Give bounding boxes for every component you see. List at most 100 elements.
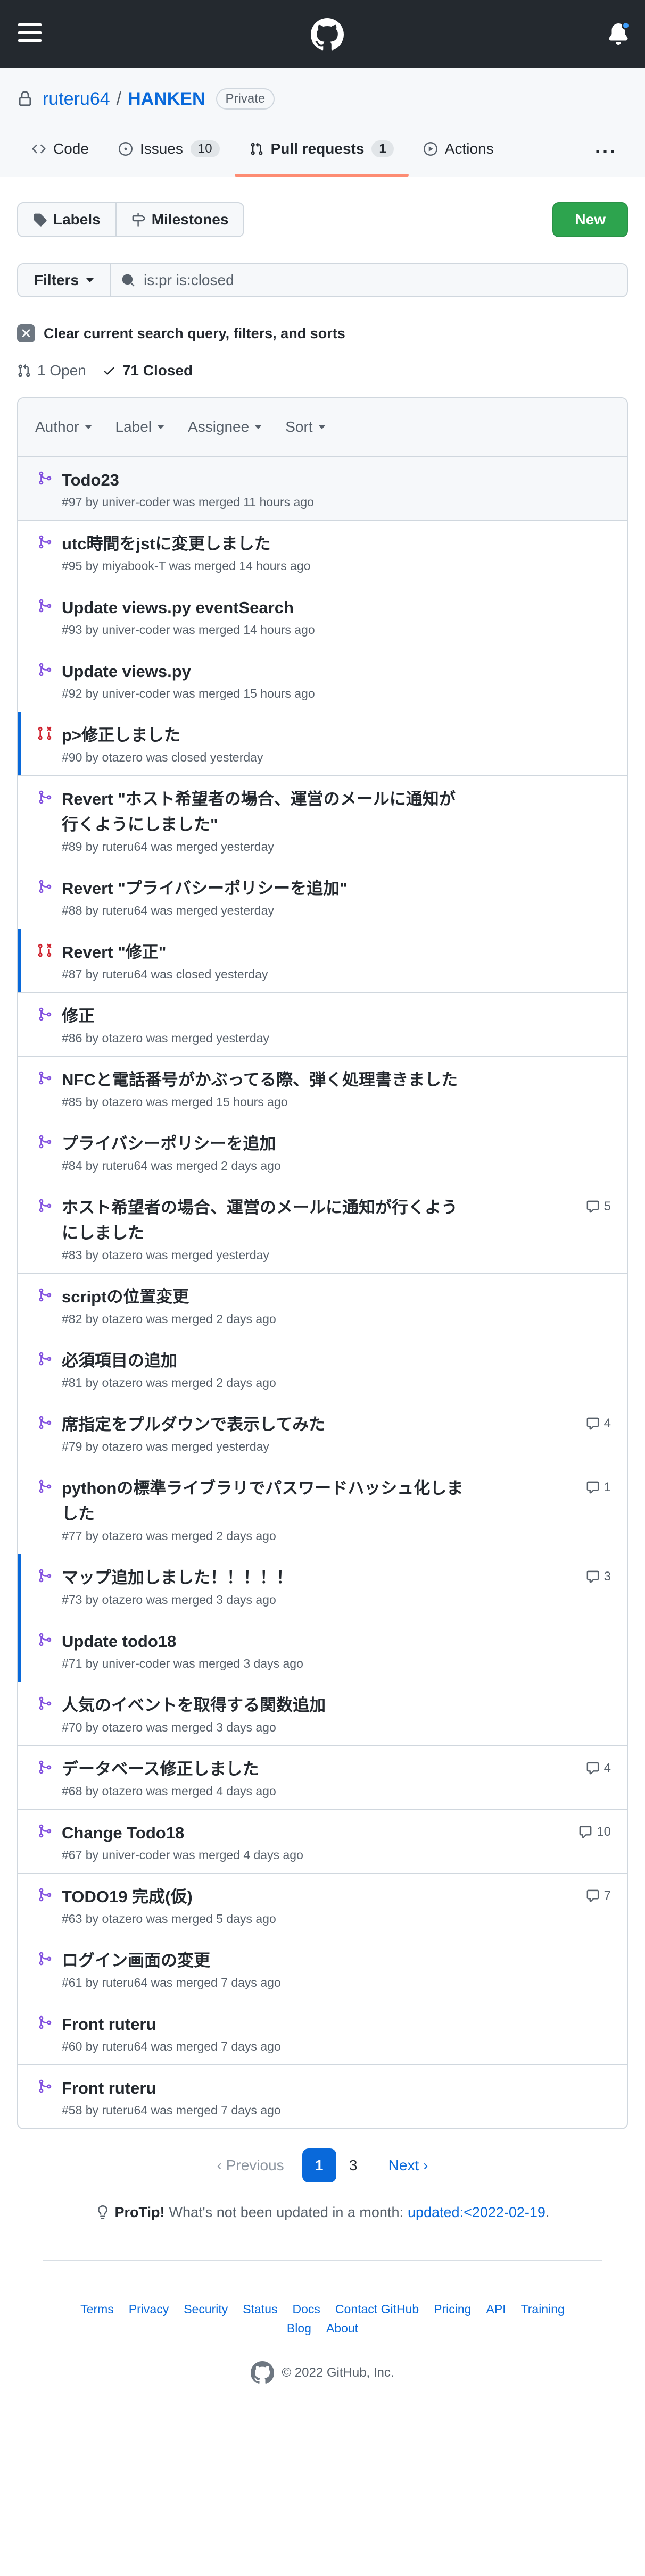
next-page-button[interactable]: Next ›: [388, 2157, 428, 2174]
author-filter[interactable]: Author: [35, 419, 92, 436]
footer-link-privacy[interactable]: Privacy: [129, 2299, 169, 2319]
pr-comment-count[interactable]: 4: [586, 1416, 611, 1431]
pr-row[interactable]: Update todo18 #71 by univer-coder was mer…: [18, 1618, 627, 1682]
search-input[interactable]: [144, 272, 570, 289]
pr-title-link[interactable]: scriptの位置変更: [62, 1284, 466, 1310]
pr-title-link[interactable]: ホスト希望者の場合、運営のメールに通知が行くようにしました: [62, 1195, 466, 1246]
repo-name-link[interactable]: HANKEN: [128, 89, 205, 110]
pr-title-link[interactable]: マップ追加しました！！！！！: [62, 1565, 466, 1591]
pr-title-link[interactable]: ログイン画面の変更: [62, 1948, 466, 1973]
lock-icon: [19, 91, 31, 106]
pr-meta: #82 by otazero was merged 2 days ago: [62, 1312, 276, 1326]
pr-row[interactable]: Revert "プライバシーポリシーを追加" #88 by ruteru64 wa…: [18, 865, 627, 929]
footer-link-about[interactable]: About: [326, 2319, 358, 2338]
page-1-button[interactable]: 1: [302, 2148, 336, 2182]
open-filter-link[interactable]: 1 Open: [17, 362, 86, 379]
pr-row[interactable]: Todo23 #97 by univer-coder was merged 11 …: [18, 457, 627, 521]
pr-title-link[interactable]: TODO19 完成(仮): [62, 1884, 466, 1910]
closed-filter-link[interactable]: 71 Closed: [102, 362, 193, 379]
pr-title-link[interactable]: Revert "修正": [62, 940, 466, 965]
pr-row[interactable]: Front ruteru #58 by ruteru64 was merged 7…: [18, 2065, 627, 2128]
pr-title-link[interactable]: Update views.py: [62, 659, 466, 684]
pr-row[interactable]: utc時間をjstに変更しました #95 by miyabook-T was me…: [18, 521, 627, 584]
pr-title-link[interactable]: Front ruteru: [62, 2076, 466, 2101]
pr-row[interactable]: Revert "修正" #87 by ruteru64 was closed ye…: [18, 929, 627, 993]
pr-row[interactable]: ホスト希望者の場合、運営のメールに通知が行くようにしました #83 by otaz…: [18, 1184, 627, 1274]
tab-actions[interactable]: Actions: [409, 121, 509, 177]
protip-link[interactable]: updated:<2022-02-19: [408, 2204, 545, 2221]
pr-row[interactable]: マップ追加しました！！！！！ #73 by otazero was merged …: [18, 1554, 627, 1618]
footer-link-contact[interactable]: Contact GitHub: [335, 2299, 419, 2319]
footer-link-terms[interactable]: Terms: [80, 2299, 114, 2319]
pr-title-link[interactable]: 人気のイベントを取得する関数追加: [62, 1693, 466, 1718]
tab-code[interactable]: Code: [17, 121, 104, 177]
sort-filter[interactable]: Sort: [285, 419, 326, 436]
pr-title-link[interactable]: 修正: [62, 1003, 466, 1029]
pr-title-link[interactable]: NFCと電話番号がかぶってる際、弾く処理書きました: [62, 1067, 466, 1093]
filters-dropdown[interactable]: Filters: [18, 264, 111, 296]
notifications-bell-icon[interactable]: [608, 21, 630, 45]
pr-comment-count[interactable]: 7: [586, 1888, 611, 1903]
pr-title-link[interactable]: 席指定をプルダウンで表示してみた: [62, 1412, 466, 1437]
labels-button[interactable]: Labels: [18, 203, 115, 236]
pr-row[interactable]: scriptの位置変更 #82 by otazero was merged 2 d…: [18, 1274, 627, 1337]
pr-meta: #83 by otazero was merged yesterday: [62, 1248, 269, 1262]
label-filter[interactable]: Label: [115, 419, 165, 436]
github-logo-icon[interactable]: [311, 18, 344, 51]
pr-comment-count[interactable]: 4: [586, 1761, 611, 1776]
pr-comment-count[interactable]: 10: [578, 1825, 611, 1839]
pr-meta: #88 by ruteru64 was merged yesterday: [62, 904, 274, 917]
pr-comment-count[interactable]: 1: [586, 1480, 611, 1495]
pr-title-link[interactable]: Revert "プライバシーポリシーを追加": [62, 876, 466, 901]
pr-comment-count[interactable]: 5: [586, 1199, 611, 1214]
pr-title-link[interactable]: Revert "ホスト希望者の場合、運営のメールに通知が行くようにしました": [62, 787, 466, 838]
pr-row[interactable]: ログイン画面の変更 #61 by ruteru64 was merged 7 da…: [18, 1937, 627, 2001]
more-tabs-icon[interactable]: ···: [595, 140, 617, 163]
pr-row[interactable]: 席指定をプルダウンで表示してみた #79 by otazero was merge…: [18, 1401, 627, 1465]
pr-row[interactable]: Change Todo18 #67 by univer-coder was mer…: [18, 1810, 627, 1874]
repo-owner-link[interactable]: ruteru64: [43, 89, 110, 110]
pr-row[interactable]: 人気のイベントを取得する関数追加 #70 by otazero was merge…: [18, 1682, 627, 1746]
pr-title-link[interactable]: プライバシーポリシーを追加: [62, 1131, 466, 1157]
pr-row[interactable]: TODO19 完成(仮) #63 by otazero was merged 5 …: [18, 1874, 627, 1937]
pr-row[interactable]: Update views.py #92 by univer-coder was m…: [18, 648, 627, 712]
pr-title-link[interactable]: Todo23: [62, 467, 466, 493]
assignee-filter[interactable]: Assignee: [188, 419, 262, 436]
pr-row[interactable]: 必須項目の追加 #81 by otazero was merged 2 days …: [18, 1337, 627, 1401]
pr-title-link[interactable]: 必須項目の追加: [62, 1348, 466, 1374]
pr-row[interactable]: 修正 #86 by otazero was merged yesterday: [18, 993, 627, 1057]
pr-title-link[interactable]: p>修正しました: [62, 723, 466, 748]
footer-link-training[interactable]: Training: [521, 2299, 565, 2319]
footer-link-api[interactable]: API: [486, 2299, 506, 2319]
pr-title-link[interactable]: utc時間をjstに変更しました: [62, 531, 466, 557]
hamburger-menu-icon[interactable]: [18, 23, 42, 43]
pr-title-link[interactable]: データベース修正しました: [62, 1757, 466, 1782]
pr-row[interactable]: NFCと電話番号がかぶってる際、弾く処理書きました #85 by otazero …: [18, 1057, 627, 1120]
clear-filters-link[interactable]: ✕ Clear current search query, filters, a…: [17, 323, 628, 344]
pr-title-link[interactable]: pythonの標準ライブラリでパスワードハッシュ化しました: [62, 1476, 466, 1527]
page-3-button[interactable]: 3: [336, 2148, 370, 2182]
pr-title-link[interactable]: Change Todo18: [62, 1820, 466, 1846]
pr-comment-count[interactable]: 3: [586, 1569, 611, 1584]
footer-link-security[interactable]: Security: [184, 2299, 228, 2319]
pr-row[interactable]: Update views.py eventSearch #93 by univer…: [18, 584, 627, 648]
tab-pull-requests[interactable]: Pull requests 1: [234, 121, 409, 177]
tab-issues[interactable]: Issues 10: [104, 121, 235, 177]
pr-row[interactable]: Front ruteru #60 by ruteru64 was merged 7…: [18, 2001, 627, 2065]
footer-link-status[interactable]: Status: [243, 2299, 277, 2319]
pr-row[interactable]: Revert "ホスト希望者の場合、運営のメールに通知が行くようにしました" #8…: [18, 776, 627, 865]
previous-page-button[interactable]: ‹ Previous: [217, 2157, 284, 2174]
pr-row[interactable]: データベース修正しました #68 by otazero was merged 4 …: [18, 1746, 627, 1810]
milestones-button[interactable]: Milestones: [115, 203, 244, 236]
pr-title-link[interactable]: Update views.py eventSearch: [62, 595, 466, 621]
pr-title-link[interactable]: Update todo18: [62, 1629, 466, 1654]
footer-link-blog[interactable]: Blog: [287, 2319, 311, 2338]
pr-row[interactable]: p>修正しました #90 by otazero was closed yester…: [18, 712, 627, 776]
footer-link-pricing[interactable]: Pricing: [434, 2299, 471, 2319]
footer-link-docs[interactable]: Docs: [293, 2299, 320, 2319]
pr-row[interactable]: pythonの標準ライブラリでパスワードハッシュ化しました #77 by otaz…: [18, 1465, 627, 1554]
new-pull-request-button[interactable]: New: [552, 202, 628, 237]
github-logo-icon[interactable]: [251, 2361, 275, 2385]
pr-title-link[interactable]: Front ruteru: [62, 2012, 466, 2037]
pr-row[interactable]: プライバシーポリシーを追加 #84 by ruteru64 was merged …: [18, 1120, 627, 1184]
